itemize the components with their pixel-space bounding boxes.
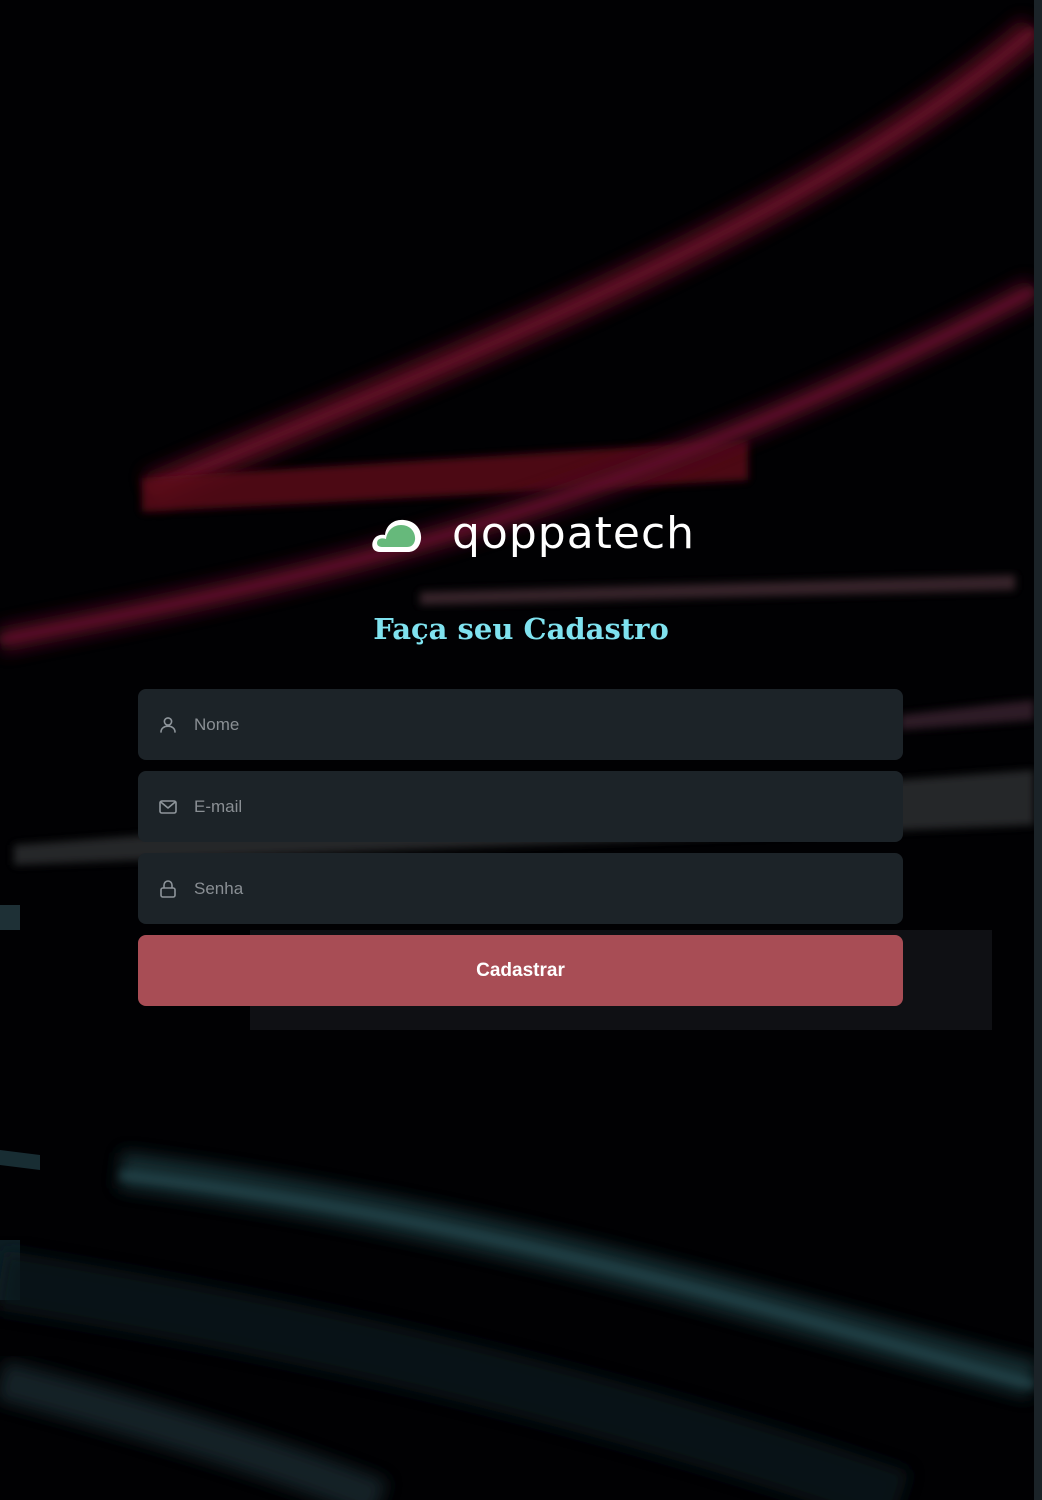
- user-icon: [160, 716, 176, 733]
- cloud-icon: [372, 519, 422, 552]
- mail-icon: [159, 799, 177, 814]
- register-button[interactable]: Cadastrar: [138, 935, 903, 1006]
- brand-logo: qoppatech: [370, 504, 700, 564]
- lock-icon: [160, 879, 176, 898]
- name-input[interactable]: [178, 689, 903, 760]
- email-input[interactable]: [178, 771, 903, 842]
- password-input[interactable]: [178, 853, 903, 924]
- scrollbar-edge: [1034, 0, 1042, 1500]
- brand-name: qoppatech: [452, 508, 696, 559]
- page-title: Faça seu Cadastro: [373, 612, 669, 646]
- password-field[interactable]: [138, 853, 903, 924]
- name-field[interactable]: [138, 689, 903, 760]
- signup-form: Cadastrar: [138, 689, 903, 1006]
- email-field[interactable]: [138, 771, 903, 842]
